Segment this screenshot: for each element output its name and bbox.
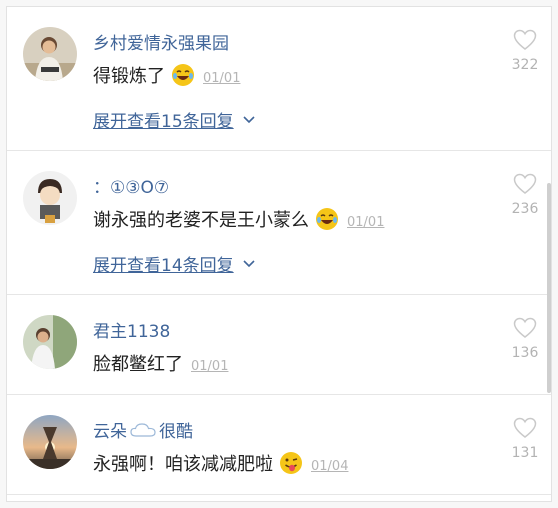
username-prefix: 云朵 (93, 422, 127, 442)
comment-text: 脸都鳖红了 01/01 (93, 350, 228, 376)
divider (7, 294, 551, 295)
comment-text: 谢永强的老婆不是王小蒙么 01/01 (93, 206, 384, 232)
like-button[interactable]: 136 (507, 317, 543, 361)
avatar[interactable] (23, 171, 77, 225)
expand-replies-label: 展开查看14条回复 (93, 256, 234, 276)
like-count: 136 (511, 345, 539, 361)
comment-body: 脸都鳖红了 (93, 354, 183, 375)
like-button[interactable]: 236 (507, 173, 543, 217)
chevron-down-icon (243, 259, 255, 267)
divider (7, 494, 551, 495)
comment-body: 永强啊！咱该减减肥啦 (93, 454, 273, 475)
comment-date: 01/01 (191, 358, 229, 374)
winking-tongue-emoji (280, 452, 302, 474)
chevron-down-icon (243, 115, 255, 123)
heart-outline-icon (513, 317, 537, 338)
username[interactable]: 云朵 很酷 (93, 417, 193, 442)
like-count: 236 (511, 201, 539, 217)
comment-text: 永强啊！咱该减减肥啦 01/04 (93, 450, 348, 476)
comment-panel: 乡村爱情永强果园 得锻炼了 01/01 展开查看15条回复 322 ：①③O⑦ … (6, 6, 552, 502)
scrollbar[interactable] (547, 183, 551, 393)
avatar[interactable] (23, 315, 77, 369)
username-suffix: 很酷 (159, 422, 193, 442)
comment-body: 得锻炼了 (93, 66, 165, 87)
cloud-icon (130, 422, 156, 437)
heart-outline-icon (513, 173, 537, 194)
expand-replies-link[interactable]: 展开查看15条回复 (93, 107, 256, 132)
divider (7, 150, 551, 151)
expand-replies-link[interactable]: 展开查看14条回复 (93, 251, 256, 276)
avatar[interactable] (23, 27, 77, 81)
heart-outline-icon (513, 29, 537, 50)
comment-body: 谢永强的老婆不是王小蒙么 (93, 210, 309, 231)
comment-date: 01/04 (311, 458, 349, 474)
laughing-tears-emoji (316, 208, 338, 230)
like-button[interactable]: 322 (507, 29, 543, 73)
username[interactable]: ：①③O⑦ (93, 173, 169, 198)
username[interactable]: 乡村爱情永强果园 (93, 29, 229, 54)
avatar[interactable] (23, 415, 77, 469)
username[interactable]: 君主1138 (93, 317, 170, 342)
heart-outline-icon (513, 417, 537, 438)
comment-date: 01/01 (203, 70, 241, 86)
expand-replies-label: 展开查看15条回复 (93, 112, 234, 132)
laughing-tears-emoji (172, 64, 194, 86)
comment-text: 得锻炼了 01/01 (93, 62, 240, 88)
like-count: 131 (511, 445, 539, 461)
like-button[interactable]: 131 (507, 417, 543, 461)
comment-date: 01/01 (347, 214, 385, 230)
like-count: 322 (511, 57, 539, 73)
divider (7, 394, 551, 395)
